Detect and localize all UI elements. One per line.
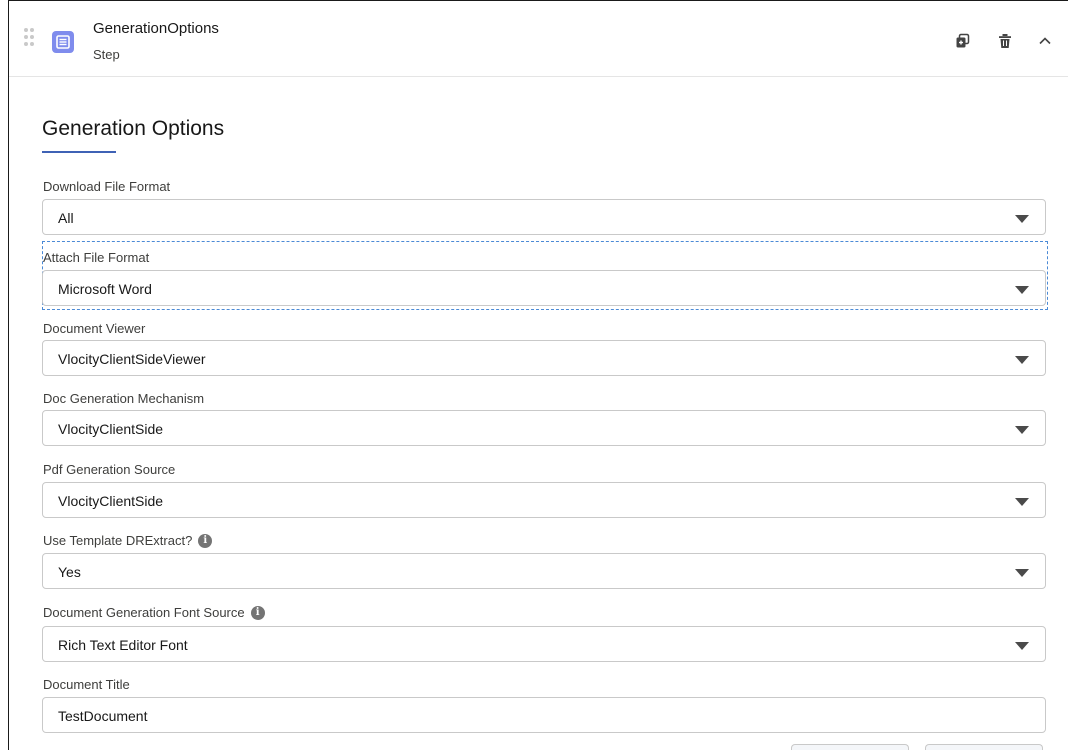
- list-icon: [52, 31, 74, 53]
- info-icon[interactable]: i: [250, 605, 265, 620]
- template-drextract-select[interactable]: Yes: [42, 553, 1046, 589]
- step-header: GenerationOptions Step: [9, 1, 1068, 77]
- select-value: VlocityClientSideViewer: [58, 351, 206, 367]
- select-value: Yes: [58, 564, 81, 580]
- pdf-source-label: Pdf Generation Source: [43, 462, 176, 477]
- caret-down-icon: [1015, 356, 1029, 364]
- trash-icon[interactable]: [995, 31, 1015, 51]
- select-value: Microsoft Word: [58, 281, 152, 297]
- caret-down-icon: [1015, 426, 1029, 434]
- select-value: VlocityClientSide: [58, 493, 164, 509]
- section-title: Generation Options: [42, 117, 225, 140]
- doc-mechanism-label: Doc Generation Mechanism: [43, 391, 205, 406]
- caret-down-icon: [1015, 642, 1029, 650]
- footer-button-right[interactable]: [925, 744, 1043, 750]
- document-title-input[interactable]: TestDocument: [42, 697, 1046, 733]
- caret-down-icon: [1015, 569, 1029, 577]
- select-value: VlocityClientSide: [58, 421, 164, 437]
- document-viewer-select[interactable]: VlocityClientSideViewer: [42, 340, 1046, 376]
- select-value: All: [58, 210, 74, 226]
- caret-down-icon: [1015, 215, 1029, 223]
- select-value: Rich Text Editor Font: [58, 637, 188, 653]
- font-source-select[interactable]: Rich Text Editor Font: [42, 626, 1046, 662]
- info-icon[interactable]: i: [198, 533, 213, 548]
- step-card: GenerationOptions Step Generation Option…: [8, 0, 1068, 750]
- footer-button-left[interactable]: [791, 744, 909, 750]
- pdf-source-select[interactable]: VlocityClientSide: [42, 482, 1046, 518]
- document-title-label: Document Title: [43, 677, 130, 692]
- step-title: GenerationOptions: [93, 20, 219, 37]
- template-drextract-label: Use Template DRExtract? i: [43, 533, 213, 548]
- caret-down-icon: [1015, 498, 1029, 506]
- input-value: TestDocument: [58, 708, 148, 724]
- attach-format-label: Attach File Format: [43, 250, 150, 265]
- document-viewer-label: Document Viewer: [43, 321, 146, 336]
- caret-down-icon: [1015, 286, 1029, 294]
- font-source-label: Document Generation Font Source i: [43, 605, 265, 620]
- drag-handle-icon[interactable]: [24, 28, 34, 50]
- attach-format-select[interactable]: Microsoft Word: [42, 270, 1046, 306]
- section-underline: [42, 151, 116, 153]
- download-format-select[interactable]: All: [42, 199, 1046, 235]
- doc-mechanism-select[interactable]: VlocityClientSide: [42, 410, 1046, 446]
- chevron-up-icon[interactable]: [1035, 31, 1055, 51]
- step-type-label: Step: [93, 47, 120, 62]
- download-format-label: Download File Format: [43, 179, 171, 194]
- copy-icon[interactable]: [953, 31, 973, 51]
